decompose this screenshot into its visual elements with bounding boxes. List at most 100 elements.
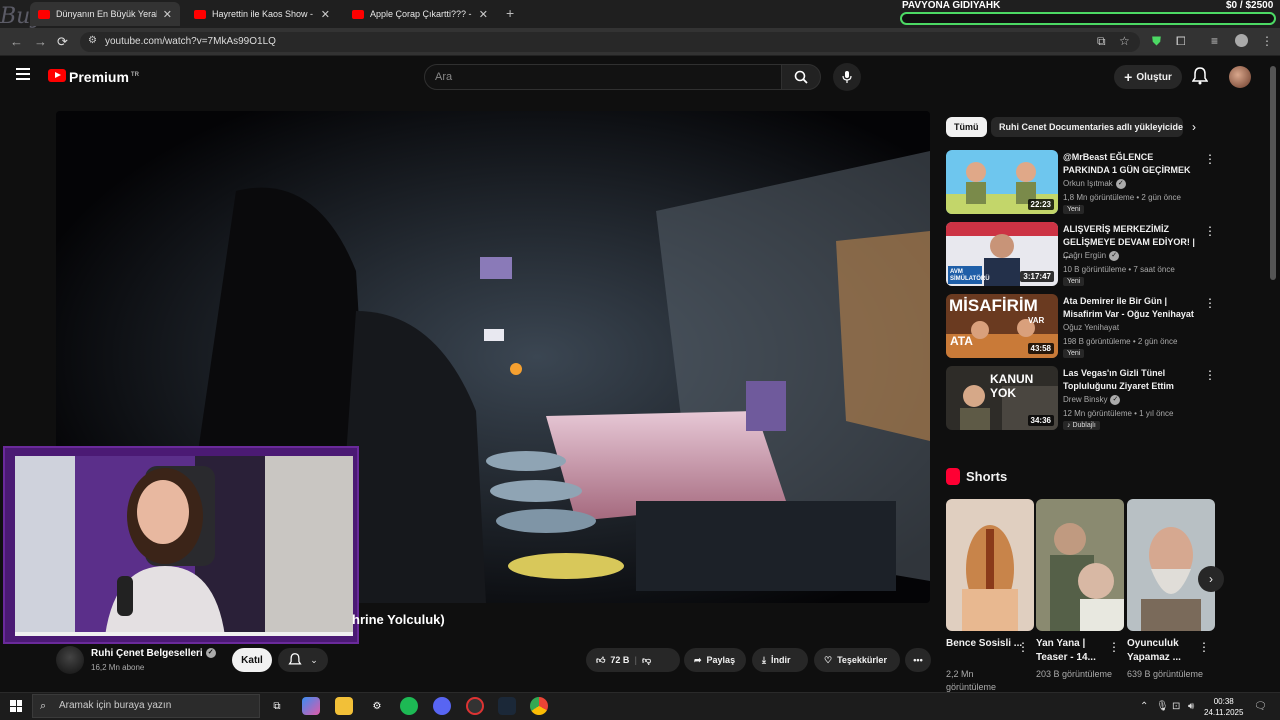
dislike-button-thumbs-down-icon[interactable]: 👎︎ (642, 655, 651, 666)
channel-name[interactable]: Ruhi Çenet Belgeselleri ✓ (91, 648, 216, 659)
short-thumbnail[interactable] (1036, 499, 1124, 631)
new-tab-icon[interactable]: + (506, 5, 514, 21)
install-app-icon[interactable]: ⧉ (1097, 34, 1106, 49)
file-explorer-icon[interactable] (335, 697, 353, 715)
chevron-right-icon[interactable]: › (1192, 120, 1196, 134)
rec3-thumb-text-var: VAR (1028, 316, 1045, 325)
taskbar-clock[interactable]: 00:38 24.11.2025 (1204, 696, 1243, 718)
video-thumbnail[interactable]: MİSAFİRİM VAR ATA 43:58 (946, 294, 1058, 358)
browser-tab-2[interactable]: Hayrettin ile Kaos Show - 2.Sez ✕ (186, 2, 338, 26)
hamburger-menu-icon[interactable] (16, 68, 30, 80)
recommendation-item[interactable]: KANUN YOK 34:36 Las Vegas'ın Gizli Tünel… (946, 366, 1216, 434)
windows-start-icon[interactable] (10, 700, 22, 712)
network-icon[interactable]: ⊡ (1172, 701, 1180, 712)
video-thumbnail[interactable]: AVM SİMÜLATÖRÜ 3:17:47 (946, 222, 1058, 286)
verified-check-icon: ✓ (205, 648, 216, 659)
rec-meta: 10 B görüntüleme • 7 saat önce (1063, 265, 1175, 274)
forward-icon[interactable]: → (34, 34, 47, 49)
short-thumbnail[interactable] (946, 499, 1034, 631)
more-vert-icon[interactable]: ⋮ (1198, 640, 1210, 654)
volume-icon[interactable]: 🔊︎ (1188, 701, 1194, 712)
short-thumbnail[interactable] (1127, 499, 1215, 631)
extension-shield-icon[interactable]: ⛊ (1152, 34, 1161, 49)
browser-tab-1[interactable]: Dünyanın En Büyük Yeraltı Topl ✕ (30, 2, 180, 26)
close-tab-icon[interactable]: ✕ (157, 8, 172, 21)
rec-title[interactable]: Las Vegas'ın Gizli Tünel Topluluğunu Ziy… (1063, 367, 1201, 393)
channel-avatar[interactable] (56, 646, 84, 674)
search-input[interactable]: Ara (424, 64, 782, 90)
browser-profile-icon[interactable] (1235, 34, 1248, 47)
discord-icon[interactable] (433, 697, 451, 715)
more-vert-icon[interactable]: ⋮ (1108, 640, 1120, 654)
show-hidden-icons-chevron-icon[interactable]: ⌃ (1140, 701, 1148, 712)
join-button[interactable]: Katıl (232, 648, 272, 672)
youtube-premium-logo[interactable]: Premium TR (69, 69, 139, 85)
recommendation-item[interactable]: 22:23 @MrBeast EĞLENCE PARKINDA 1 GÜN GE… (946, 150, 1216, 218)
more-vert-icon[interactable]: ⋮ (1017, 640, 1029, 654)
site-settings-icon[interactable]: ⚙ (88, 35, 97, 46)
voice-search-button[interactable] (833, 63, 861, 91)
webcam-overlay (3, 446, 359, 644)
notifications-bell-icon[interactable] (1191, 67, 1209, 90)
short-title[interactable]: Bence Sosisli ... (946, 637, 1026, 651)
more-vert-icon[interactable]: ⋮ (1204, 296, 1216, 310)
short-views: 203 B görüntüleme (1036, 669, 1113, 679)
rec3-thumb-text-big: MİSAFİRİM (949, 296, 1038, 315)
rec-channel[interactable]: Oğuz Yenihayat (1063, 323, 1119, 332)
chrome-icon[interactable] (530, 697, 548, 715)
video-thumbnail[interactable]: KANUN YOK 34:36 (946, 366, 1058, 430)
close-tab-icon[interactable]: ✕ (315, 8, 330, 21)
short-title[interactable]: Yan Yana | Teaser - 14... (1036, 637, 1116, 665)
shorts-next-chevron-icon[interactable]: › (1198, 566, 1224, 592)
more-vert-icon[interactable]: ⋮ (1204, 368, 1216, 382)
bookmark-star-icon[interactable]: ☆ (1119, 34, 1130, 48)
short-title[interactable]: Oyunculuk Yapamaz ... (1127, 637, 1207, 665)
microphone-icon[interactable]: 🎙︎ (1156, 701, 1169, 712)
share-button[interactable]: ➦ Paylaş (684, 648, 746, 672)
download-button[interactable]: ⤓ İndir (752, 648, 808, 672)
recommendation-item[interactable]: MİSAFİRİM VAR ATA 43:58 Ata Demirer ile … (946, 294, 1216, 362)
browser-menu-icon[interactable]: ⋮ (1261, 34, 1273, 48)
microphone-icon (842, 71, 852, 83)
like-button[interactable]: 👍︎ 72 B (596, 655, 629, 666)
browser-tab-3[interactable]: Apple Çorap Çıkartti??? - Tekno ✕ (344, 2, 496, 26)
plus-icon: + (1124, 69, 1133, 85)
rec-title[interactable]: Ata Demirer ile Bir Gün | Misafirim Var … (1063, 295, 1201, 321)
more-vert-icon[interactable]: ⋮ (1204, 224, 1216, 238)
settings-gear-icon[interactable]: ⚙ (368, 697, 386, 715)
rec-channel[interactable]: Orkun Işıtmak ✓ (1063, 179, 1126, 189)
taskbar-search-input[interactable]: Aramak için buraya yazın (32, 694, 260, 718)
chip-uploader[interactable]: Ruhi Cenet Documentaries adlı yükleyicid… (991, 117, 1183, 137)
copilot-icon[interactable] (302, 697, 320, 715)
chip-all[interactable]: Tümü (946, 117, 987, 137)
spotify-icon[interactable] (400, 697, 418, 715)
more-vert-icon[interactable]: ⋮ (1204, 152, 1216, 166)
rec-channel[interactable]: Drew Binsky ✓ (1063, 395, 1121, 405)
reload-icon[interactable]: ⟳ (57, 34, 68, 50)
back-icon[interactable]: ← (10, 34, 23, 49)
rec-title[interactable]: @MrBeast EĞLENCE PARKINDA 1 GÜN GEÇİRMEK (1063, 151, 1201, 177)
steam-icon[interactable] (498, 697, 516, 715)
create-button[interactable]: + Oluştur (1114, 65, 1182, 89)
url-text[interactable]: youtube.com/watch?v=7MkAs99O1LQ (105, 36, 276, 47)
bell-icon (288, 653, 302, 665)
youtube-logo-icon[interactable] (48, 69, 66, 82)
extensions-puzzle-icon[interactable]: ⧠ (1176, 34, 1186, 49)
share-icon: ➦ (694, 654, 702, 665)
subscribed-notification-button[interactable]: ⌄ (278, 648, 328, 672)
task-view-icon[interactable]: ⧉ (268, 697, 286, 715)
page-scrollbar[interactable] (1270, 66, 1276, 280)
thanks-button[interactable]: ♡ Teşekkürler (814, 648, 900, 672)
close-tab-icon[interactable]: ✕ (473, 8, 488, 21)
more-actions-button[interactable]: ••• (905, 648, 931, 672)
notification-center-icon[interactable]: 🗨︎ (1254, 701, 1267, 712)
verified-check-icon: ✓ (1109, 251, 1120, 261)
media-control-icon[interactable]: ≡ (1211, 34, 1218, 48)
rec-channel[interactable]: Çağrı Ergün ✓ (1063, 251, 1120, 261)
video-thumbnail[interactable]: 22:23 (946, 150, 1058, 214)
recommendation-item[interactable]: AVM SİMÜLATÖRÜ 3:17:47 ALIŞVERİŞ MERKEZİ… (946, 222, 1216, 290)
avatar[interactable] (1229, 66, 1251, 88)
obs-icon[interactable] (466, 697, 484, 715)
short-views: 639 B görüntüleme (1127, 669, 1204, 679)
search-button[interactable] (781, 64, 821, 90)
